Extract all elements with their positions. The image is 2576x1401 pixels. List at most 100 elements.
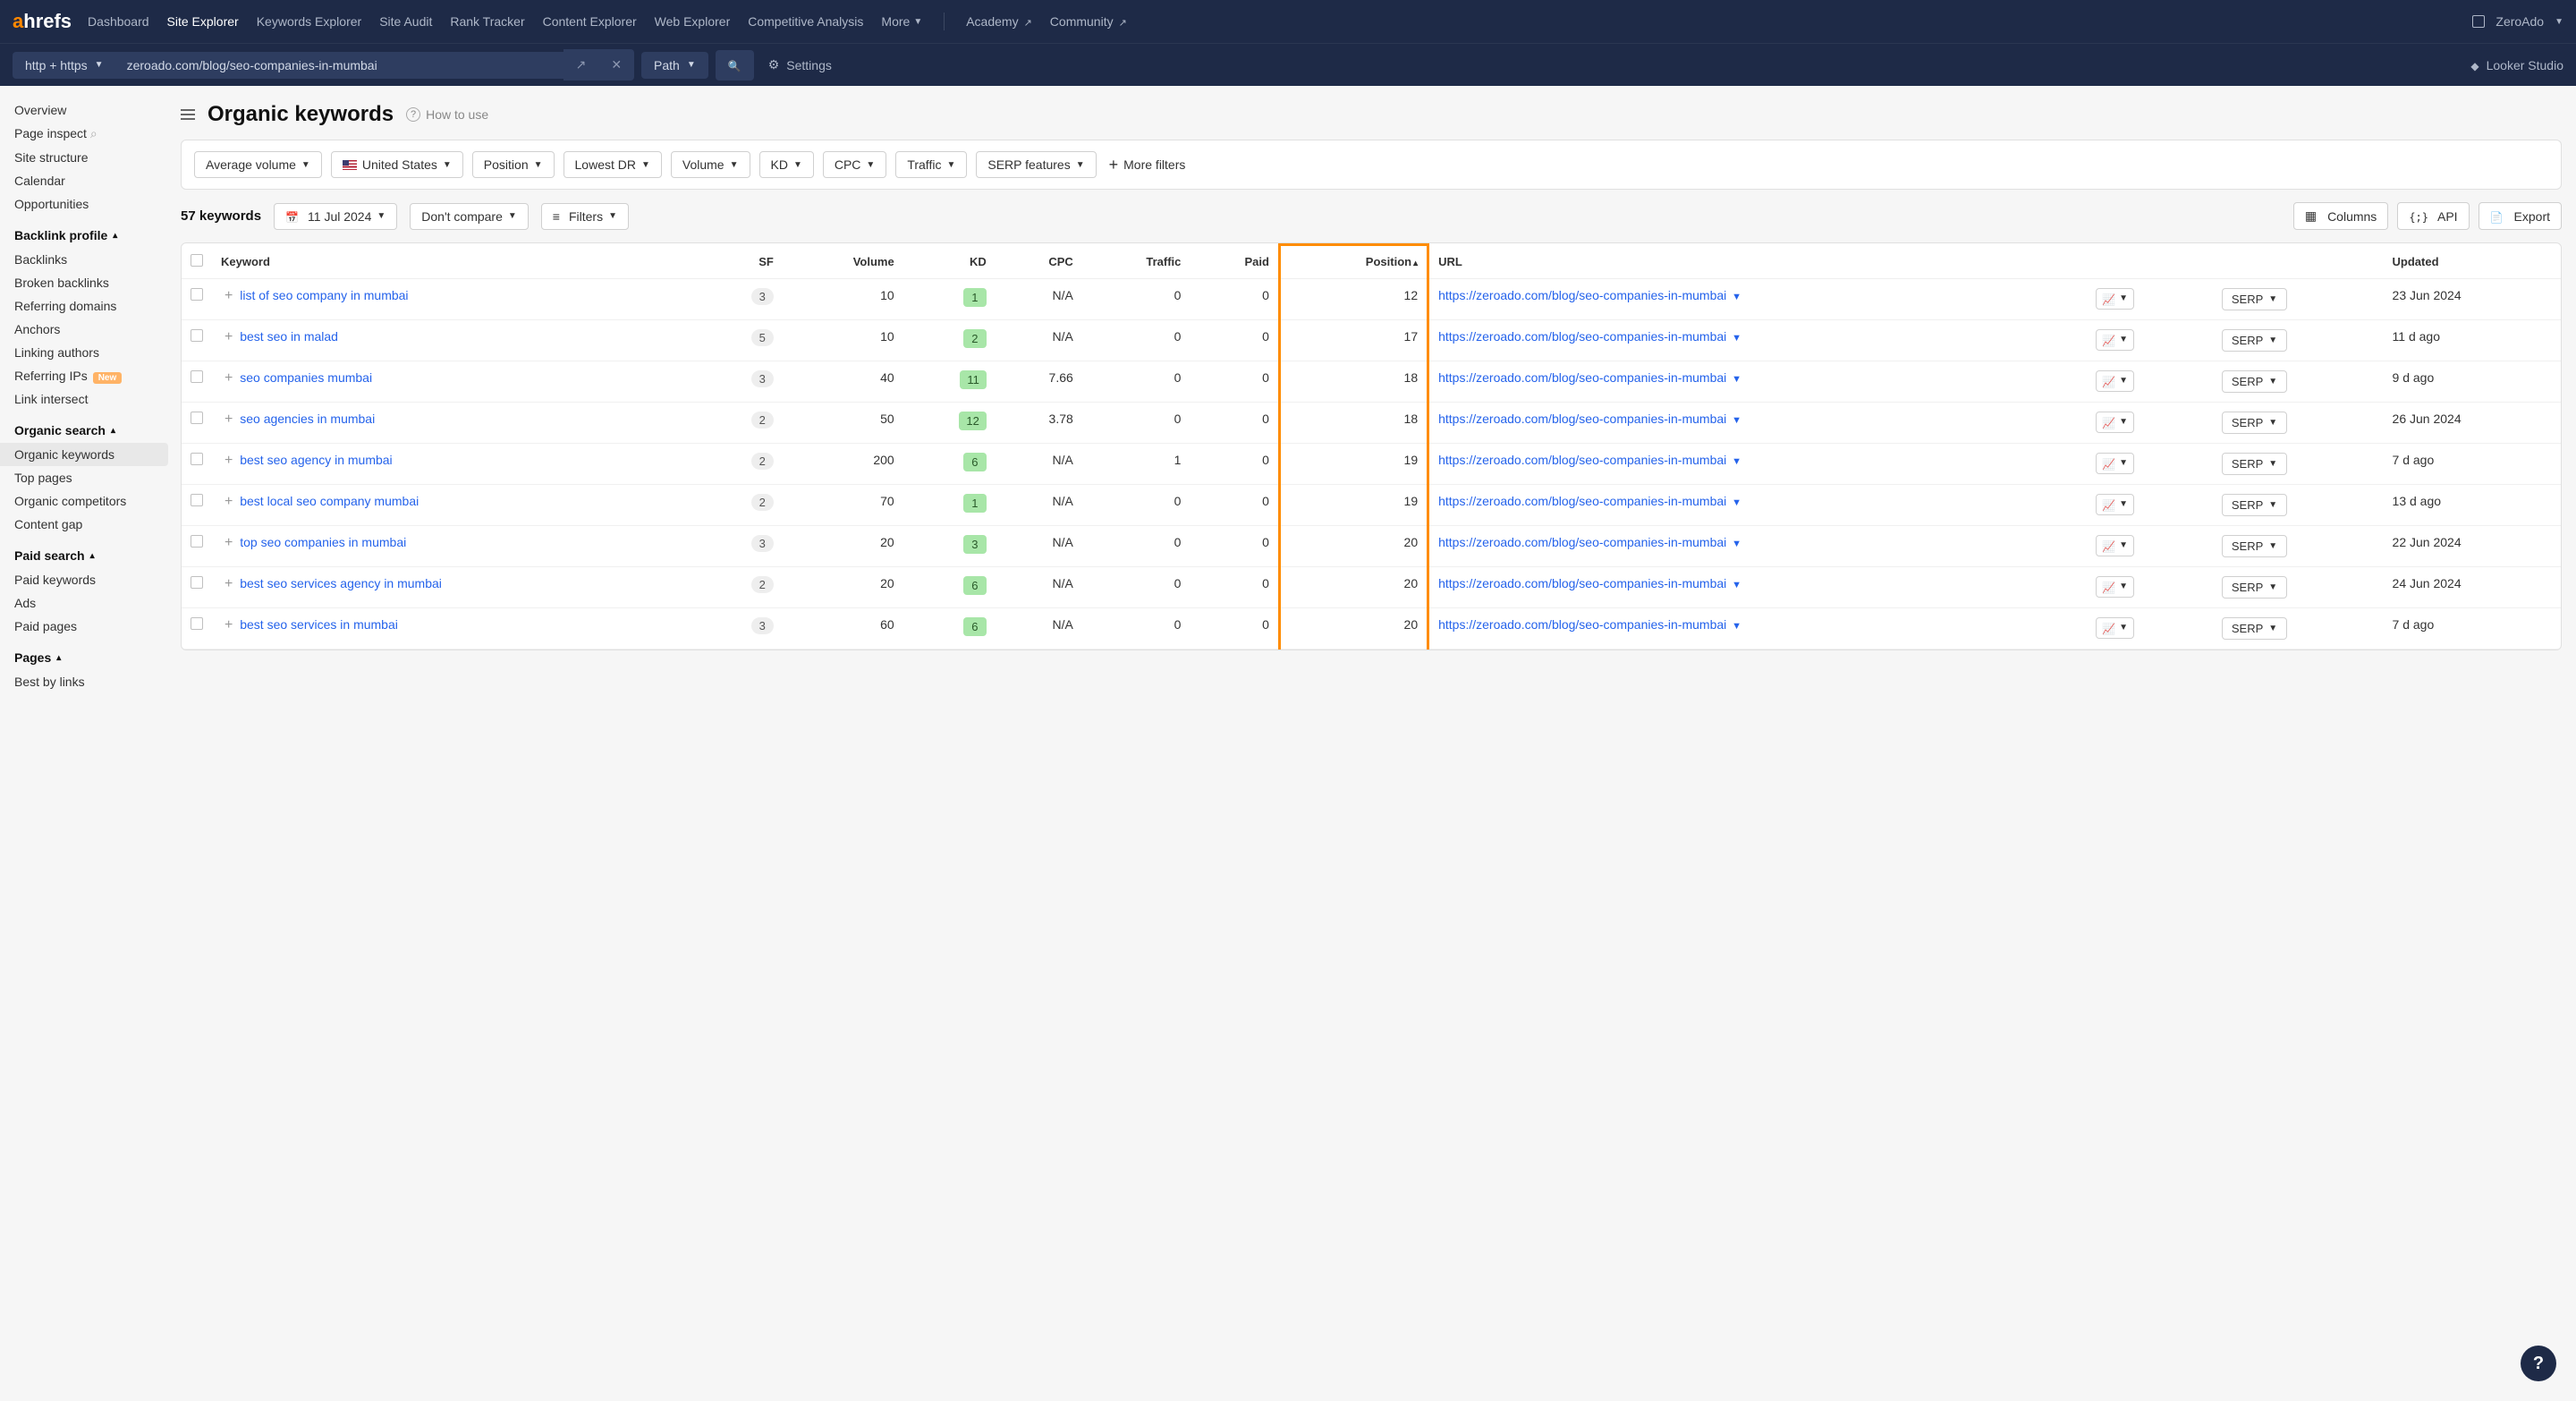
open-external-icon[interactable]: ↗ [564, 49, 599, 81]
row-checkbox[interactable] [191, 412, 203, 424]
settings-button[interactable]: Settings [768, 57, 832, 72]
filters-button[interactable]: Filters▼ [541, 203, 629, 230]
keyword-link[interactable]: seo companies mumbai [240, 370, 372, 385]
trend-button[interactable]: ▼ [2096, 370, 2134, 392]
nav-web-explorer[interactable]: Web Explorer [655, 14, 731, 29]
chevron-down-icon[interactable]: ▼ [1732, 374, 1741, 385]
app-launcher-icon[interactable] [2472, 15, 2485, 28]
keyword-link[interactable]: best seo agency in mumbai [240, 453, 392, 467]
logo[interactable]: ahrefs [13, 10, 72, 33]
select-all-checkbox[interactable] [191, 254, 203, 267]
trend-button[interactable]: ▼ [2096, 494, 2134, 515]
nav-more[interactable]: More ▼ [881, 14, 922, 29]
help-fab[interactable]: ? [2521, 1346, 2556, 1381]
sidebar-heading-pages[interactable]: Pages▴ [14, 638, 172, 670]
filter-lowest-dr[interactable]: Lowest DR▼ [564, 151, 662, 178]
col-url[interactable]: URL [1428, 245, 2088, 279]
serp-button[interactable]: SERP▼ [2222, 370, 2287, 393]
col-sf[interactable]: SF [699, 245, 782, 279]
keyword-link[interactable]: best seo services agency in mumbai [240, 576, 442, 590]
expand-row-icon[interactable]: + [221, 329, 236, 344]
url-link[interactable]: https://zeroado.com/blog/seo-companies-i… [1438, 370, 1726, 385]
expand-row-icon[interactable]: + [221, 617, 236, 633]
col-keyword[interactable]: Keyword [212, 245, 699, 279]
sidebar-site-structure[interactable]: Site structure [14, 146, 172, 169]
nav-rank-tracker[interactable]: Rank Tracker [450, 14, 524, 29]
sidebar-referring-ips[interactable]: Referring IPsNew [14, 364, 172, 387]
protocol-select[interactable]: http + https▼ [13, 52, 116, 79]
serp-button[interactable]: SERP▼ [2222, 412, 2287, 434]
looker-studio-link[interactable]: Looker Studio [2470, 58, 2563, 72]
sidebar-link-intersect[interactable]: Link intersect [14, 387, 172, 411]
chevron-down-icon[interactable]: ▼ [1732, 497, 1741, 508]
sidebar-linking-authors[interactable]: Linking authors [14, 341, 172, 364]
sidebar-ads[interactable]: Ads [14, 591, 172, 615]
serp-button[interactable]: SERP▼ [2222, 494, 2287, 516]
keyword-link[interactable]: best local seo company mumbai [240, 494, 419, 508]
date-picker[interactable]: 11 Jul 2024▼ [274, 203, 397, 230]
chevron-down-icon[interactable]: ▼ [1732, 580, 1741, 590]
nav-competitive-analysis[interactable]: Competitive Analysis [748, 14, 863, 29]
url-link[interactable]: https://zeroado.com/blog/seo-companies-i… [1438, 453, 1726, 467]
keyword-link[interactable]: list of seo company in mumbai [240, 288, 408, 302]
export-button[interactable]: Export [2479, 202, 2562, 230]
sidebar-best-by-links[interactable]: Best by links [14, 670, 172, 693]
filter-position[interactable]: Position▼ [472, 151, 555, 178]
col-volume[interactable]: Volume [783, 245, 903, 279]
trend-button[interactable]: ▼ [2096, 576, 2134, 598]
keyword-link[interactable]: best seo services in mumbai [240, 617, 398, 632]
url-link[interactable]: https://zeroado.com/blog/seo-companies-i… [1438, 576, 1726, 590]
nav-community[interactable]: Community [1050, 14, 1127, 29]
nav-academy[interactable]: Academy [966, 14, 1032, 29]
chevron-down-icon[interactable]: ▼ [1732, 292, 1741, 302]
expand-row-icon[interactable]: + [221, 412, 236, 427]
chevron-down-icon[interactable]: ▼ [1732, 415, 1741, 426]
sidebar-backlinks[interactable]: Backlinks [14, 248, 172, 271]
sidebar-anchors[interactable]: Anchors [14, 318, 172, 341]
chevron-down-icon[interactable]: ▼ [1732, 621, 1741, 632]
col-updated[interactable]: Updated [2384, 245, 2561, 279]
expand-row-icon[interactable]: + [221, 288, 236, 303]
trend-button[interactable]: ▼ [2096, 535, 2134, 556]
url-link[interactable]: https://zeroado.com/blog/seo-companies-i… [1438, 288, 1726, 302]
filter-volume-type[interactable]: Average volume▼ [194, 151, 322, 178]
trend-button[interactable]: ▼ [2096, 453, 2134, 474]
sidebar-paid-keywords[interactable]: Paid keywords [14, 568, 172, 591]
expand-row-icon[interactable]: + [221, 494, 236, 509]
sidebar-referring-domains[interactable]: Referring domains [14, 294, 172, 318]
row-checkbox[interactable] [191, 288, 203, 301]
sidebar-content-gap[interactable]: Content gap [14, 513, 172, 536]
sidebar-page-inspect[interactable]: Page inspect ⌕ [14, 122, 172, 146]
compare-select[interactable]: Don't compare▼ [410, 203, 529, 230]
row-checkbox[interactable] [191, 453, 203, 465]
keyword-link[interactable]: best seo in malad [240, 329, 338, 344]
sidebar-opportunities[interactable]: Opportunities [14, 192, 172, 216]
nav-dashboard[interactable]: Dashboard [88, 14, 149, 29]
expand-row-icon[interactable]: + [221, 535, 236, 550]
serp-button[interactable]: SERP▼ [2222, 329, 2287, 352]
sidebar-organic-competitors[interactable]: Organic competitors [14, 489, 172, 513]
row-checkbox[interactable] [191, 617, 203, 630]
keyword-link[interactable]: seo agencies in mumbai [240, 412, 375, 426]
sidebar-organic-keywords[interactable]: Organic keywords [0, 443, 168, 466]
trend-button[interactable]: ▼ [2096, 329, 2134, 351]
row-checkbox[interactable] [191, 576, 203, 589]
how-to-use-link[interactable]: ?How to use [406, 107, 488, 122]
trend-button[interactable]: ▼ [2096, 412, 2134, 433]
col-traffic[interactable]: Traffic [1082, 245, 1191, 279]
search-button[interactable] [716, 50, 754, 81]
trend-button[interactable]: ▼ [2096, 288, 2134, 310]
expand-row-icon[interactable]: + [221, 576, 236, 591]
trend-button[interactable]: ▼ [2096, 617, 2134, 639]
url-link[interactable]: https://zeroado.com/blog/seo-companies-i… [1438, 617, 1726, 632]
col-position[interactable]: Position▴ [1279, 245, 1428, 279]
filter-kd[interactable]: KD▼ [759, 151, 814, 178]
expand-row-icon[interactable]: + [221, 453, 236, 468]
nav-site-explorer[interactable]: Site Explorer [167, 14, 239, 29]
sidebar-heading-backlink[interactable]: Backlink profile▴ [14, 216, 172, 248]
sidebar-heading-organic[interactable]: Organic search▴ [14, 411, 172, 443]
filter-volume[interactable]: Volume▼ [671, 151, 750, 178]
sidebar-heading-paid[interactable]: Paid search▴ [14, 536, 172, 568]
url-link[interactable]: https://zeroado.com/blog/seo-companies-i… [1438, 412, 1726, 426]
col-paid[interactable]: Paid [1190, 245, 1279, 279]
